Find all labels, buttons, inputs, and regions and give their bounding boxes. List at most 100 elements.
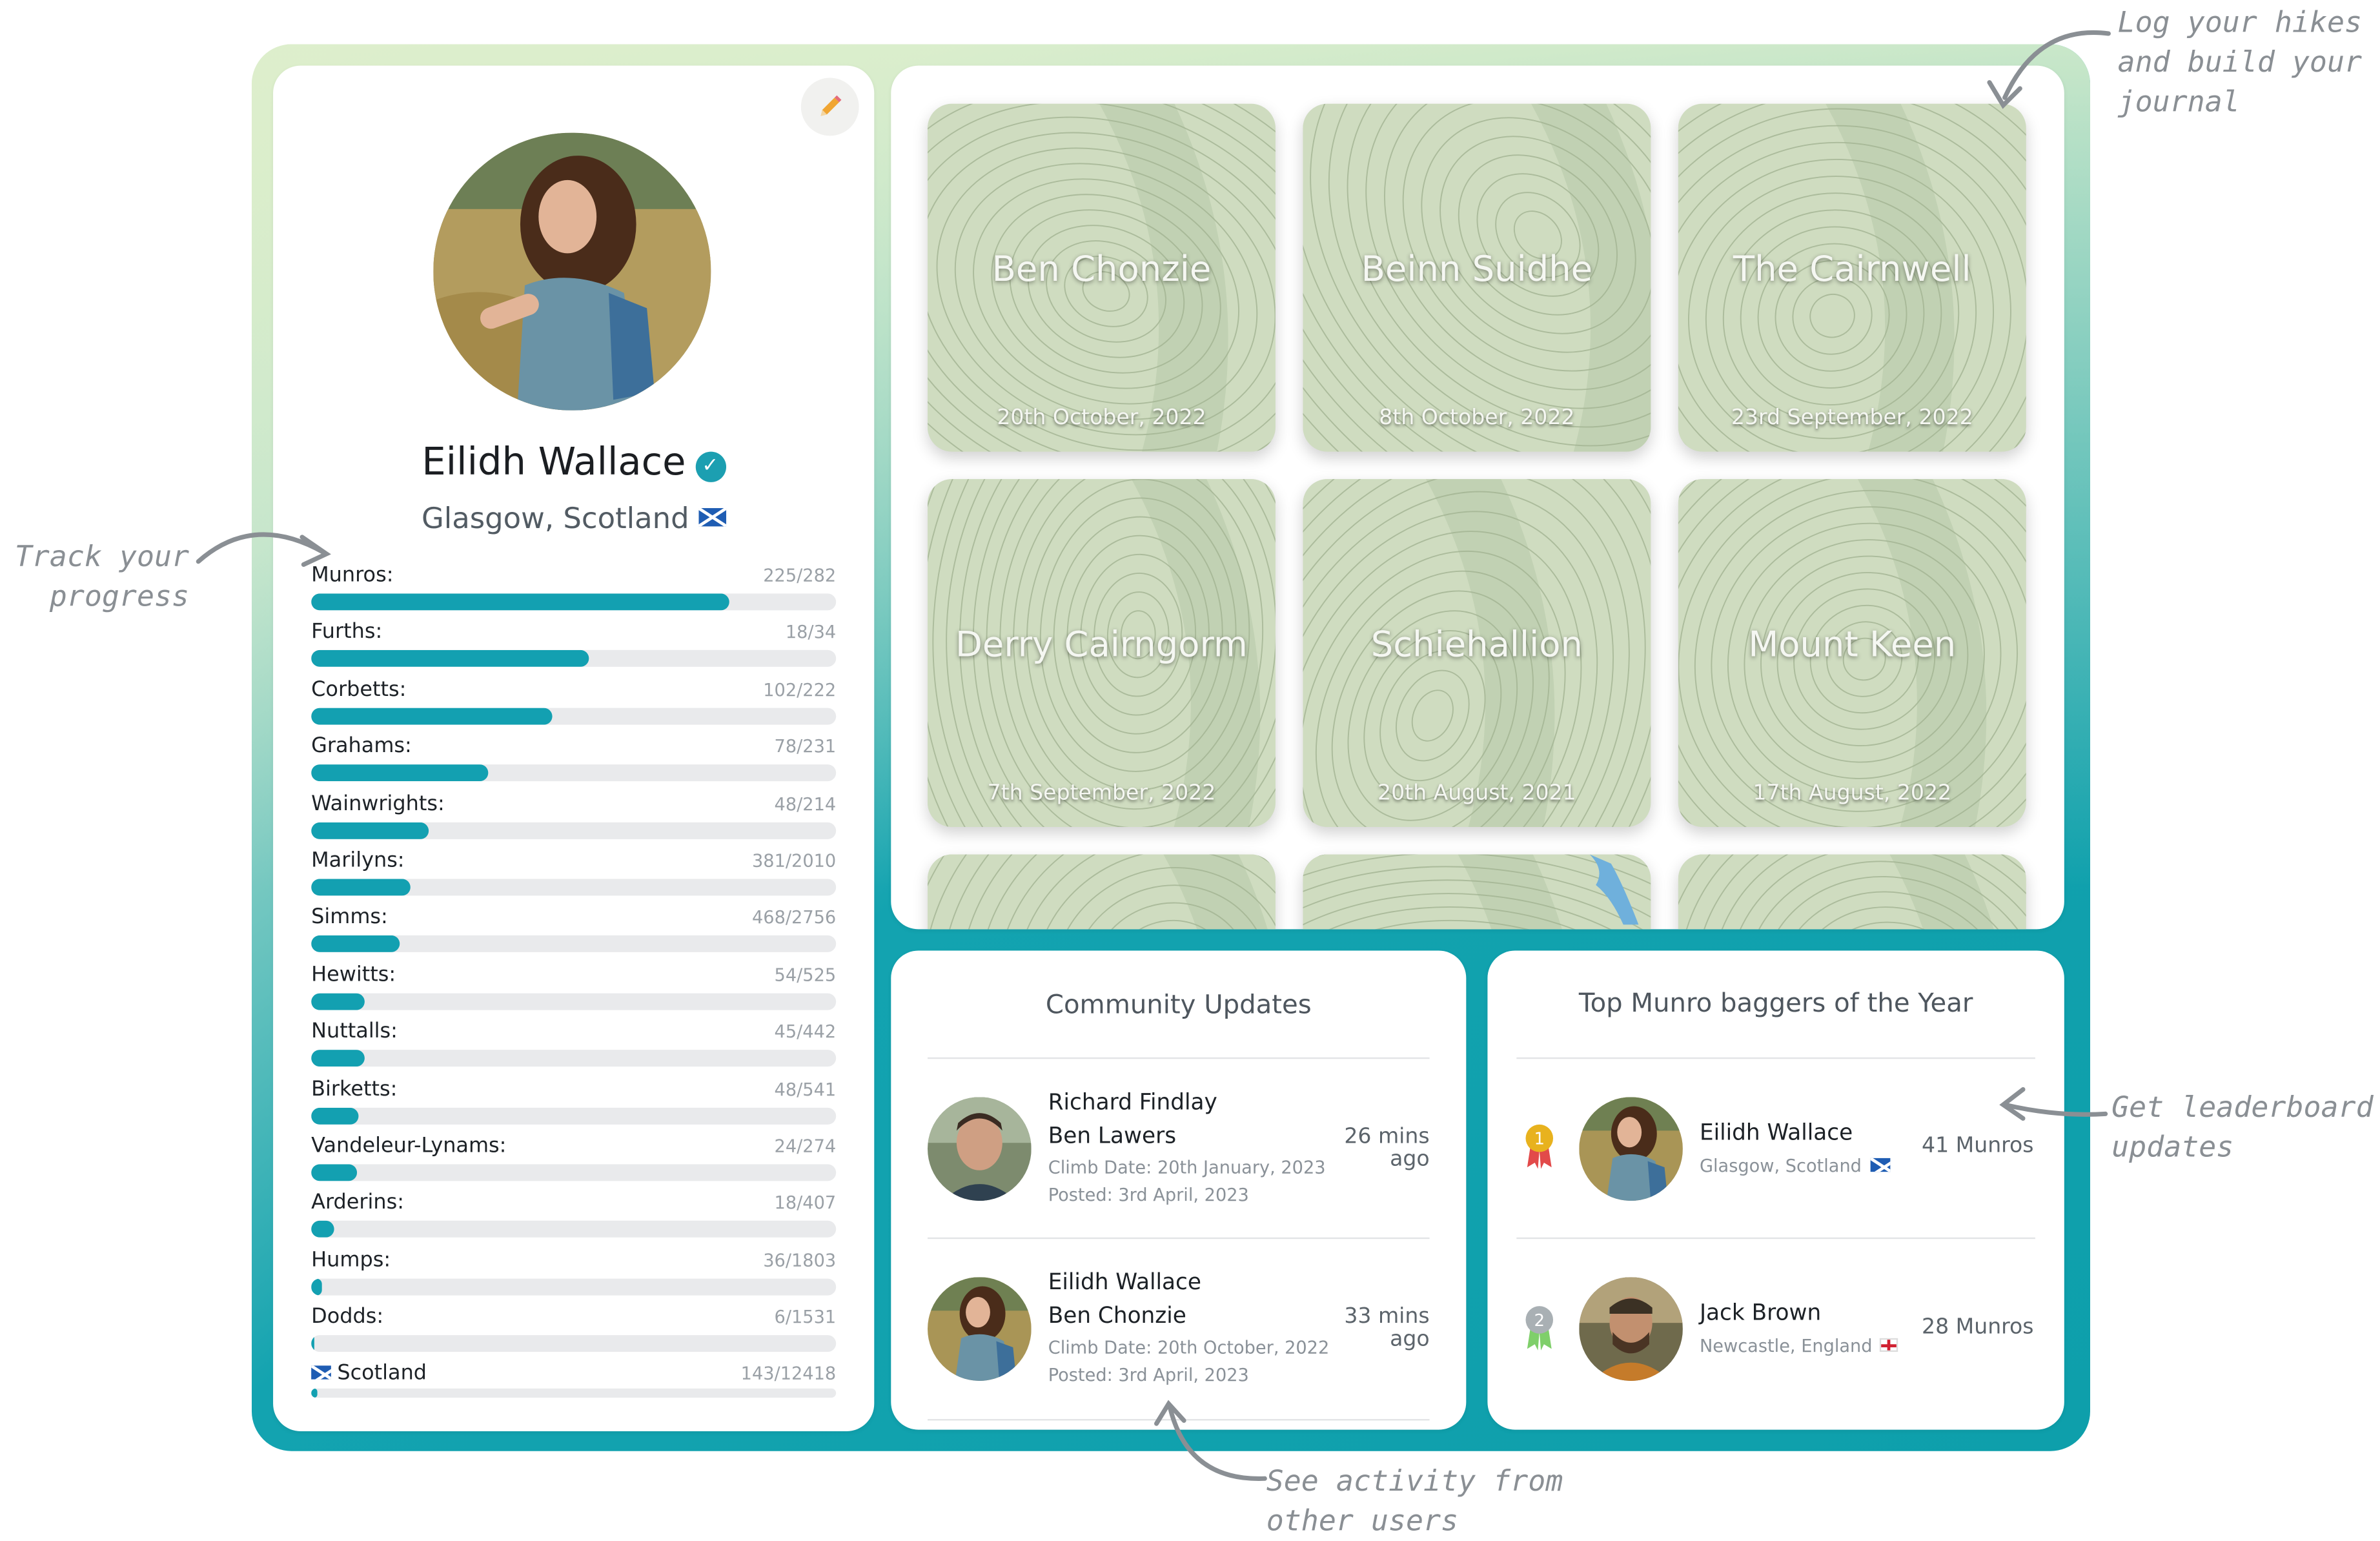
hike-name: Mount Keen <box>1748 626 1957 666</box>
hike-name: Derry Cairngorm <box>955 626 1248 666</box>
arrow-icon <box>1154 1400 1267 1481</box>
progress-bar <box>311 1389 837 1399</box>
profile-location-row: Glasgow, Scotland <box>273 502 874 536</box>
progress-count: 78/231 <box>774 735 837 757</box>
progress-count: 24/274 <box>774 1135 837 1157</box>
hike-date: 8th October, 2022 <box>1379 405 1575 431</box>
scotland-flag-icon <box>311 1366 331 1380</box>
hike-tile-partial[interactable] <box>928 854 1276 930</box>
pencil-icon <box>820 95 842 116</box>
progress-item: Wainwrights: 48/214 <box>311 791 836 848</box>
hike-date: 17th August, 2022 <box>1753 781 1952 806</box>
update-user-name[interactable]: Eilidh Wallace <box>1048 1271 1201 1296</box>
update-hill-name[interactable]: Ben Lawers <box>1048 1125 1176 1149</box>
hike-tile[interactable]: Mount Keen 17th August, 2022 <box>1678 479 2026 828</box>
edit-profile-button[interactable] <box>800 77 859 136</box>
leader-score: 28 Munros <box>1922 1315 2034 1340</box>
profile-name-row: Eilidh Wallace ✓ <box>273 440 874 484</box>
leader-location-row: Newcastle, England <box>1700 1335 1898 1356</box>
hike-tile-partial[interactable] <box>1678 854 2026 930</box>
community-updates-title: Community Updates <box>1045 990 1312 1021</box>
progress-item: Munros: 225/282 <box>311 563 836 620</box>
scotland-flag-icon <box>698 508 726 527</box>
update-time-ago: 33 mins ago <box>1344 1304 1430 1352</box>
progress-label: Scotland <box>311 1362 427 1386</box>
progress-bar <box>311 1335 837 1352</box>
progress-fill <box>311 935 401 953</box>
progress-count: 18/407 <box>774 1192 837 1214</box>
profile-card: Eilidh Wallace ✓ Glasgow, Scotland Munros… <box>273 65 875 1431</box>
progress-fill <box>311 879 411 896</box>
hike-date: 20th August, 2021 <box>1378 781 1576 806</box>
progress-item: Marilyns: 381/2010 <box>311 848 836 905</box>
hike-name: The Cairnwell <box>1733 250 1971 291</box>
progress-item: Grahams: 78/231 <box>311 734 836 791</box>
progress-bar <box>311 1278 837 1295</box>
hike-tile[interactable]: Derry Cairngorm 7th September, 2022 <box>928 479 1276 828</box>
hike-tile[interactable]: Beinn Suidhe 8th October, 2022 <box>1303 103 1651 452</box>
progress-item: Furths: 18/34 <box>311 620 836 677</box>
leader-location: Glasgow, Scotland <box>1699 1155 1862 1177</box>
england-flag-icon <box>1880 1338 1898 1352</box>
progress-count: 54/525 <box>774 964 837 986</box>
hike-tile[interactable]: Ben Chonzie 20th October, 2022 <box>928 103 1276 452</box>
progress-item: Simms: 468/2756 <box>311 905 836 962</box>
progress-count: 381/2010 <box>751 850 837 872</box>
progress-bar <box>311 935 837 953</box>
progress-label: Birketts: <box>311 1076 398 1101</box>
progress-label: Wainwrights: <box>311 791 445 816</box>
progress-label: Humps: <box>311 1247 391 1272</box>
svg-text:1: 1 <box>1534 1130 1545 1149</box>
hike-date: 7th September, 2022 <box>987 781 1216 806</box>
hike-tile[interactable]: The Cairnwell 23rd September, 2022 <box>1678 103 2026 452</box>
hike-tile-partial[interactable] <box>1303 854 1651 930</box>
hike-tile[interactable]: Schiehallion 20th August, 2021 <box>1303 479 1651 828</box>
hike-date: 20th October, 2022 <box>997 405 1206 431</box>
progress-item: Humps: 36/1803 <box>311 1248 836 1305</box>
progress-label: Grahams: <box>311 734 412 759</box>
user-avatar <box>928 1277 1032 1381</box>
progress-fill <box>311 993 365 1010</box>
divider <box>1516 1237 2035 1240</box>
annotation-leaderboard: Get leaderboard updates <box>2111 1090 2374 1165</box>
progress-label: Furths: <box>311 620 383 645</box>
progress-item: Vandeleur-Lynams: 24/274 <box>311 1134 836 1190</box>
silver-medal-icon: 2 <box>1525 1306 1554 1351</box>
progress-bar <box>311 1050 837 1067</box>
progress-label: Hewitts: <box>311 962 396 987</box>
progress-fill <box>311 1107 358 1124</box>
progress-fill <box>311 1164 358 1181</box>
leader-name[interactable]: Jack Brown <box>1700 1301 1821 1326</box>
progress-fill <box>311 1389 318 1399</box>
hike-date: 23rd September, 2022 <box>1731 405 1973 431</box>
leader-score: 41 Munros <box>1922 1134 2034 1158</box>
update-climb-date: Climb Date: 20th October, 2022 <box>1048 1336 1330 1358</box>
scotland-flag-icon <box>1871 1158 1891 1172</box>
progress-bar <box>311 993 837 1010</box>
svg-text:2: 2 <box>1534 1311 1545 1331</box>
progress-fill <box>311 1050 365 1067</box>
leader-name[interactable]: Eilidh Wallace <box>1700 1121 1853 1146</box>
progress-fill <box>311 764 489 782</box>
progress-bar <box>311 650 837 668</box>
divider <box>928 1237 1430 1240</box>
progress-bar <box>311 593 837 611</box>
update-climb-date: Climb Date: 20th January, 2023 <box>1048 1156 1326 1178</box>
progress-fill <box>311 1221 335 1238</box>
arrow-icon <box>196 532 331 567</box>
progress-count: 48/214 <box>774 792 837 815</box>
progress-label: Corbetts: <box>311 677 407 702</box>
update-time-ago: 26 mins ago <box>1344 1124 1430 1172</box>
progress-item: Hewitts: 54/525 <box>311 963 836 1019</box>
progress-bar <box>311 764 837 782</box>
progress-label: Nuttalls: <box>311 1019 398 1044</box>
progress-fill <box>311 650 589 668</box>
divider <box>928 1057 1430 1059</box>
hike-name: Schiehallion <box>1370 626 1583 666</box>
profile-avatar <box>433 132 711 411</box>
update-hill-name[interactable]: Ben Chonzie <box>1048 1305 1186 1329</box>
annotation-activity: See activity from other users <box>1266 1464 1563 1538</box>
progress-list: Munros: 225/282 Furths: 18/34 Corbetts: 102/2… <box>311 563 836 1419</box>
progress-item: Nuttalls: 45/442 <box>311 1019 836 1076</box>
update-user-name[interactable]: Richard Findlay <box>1048 1091 1217 1116</box>
